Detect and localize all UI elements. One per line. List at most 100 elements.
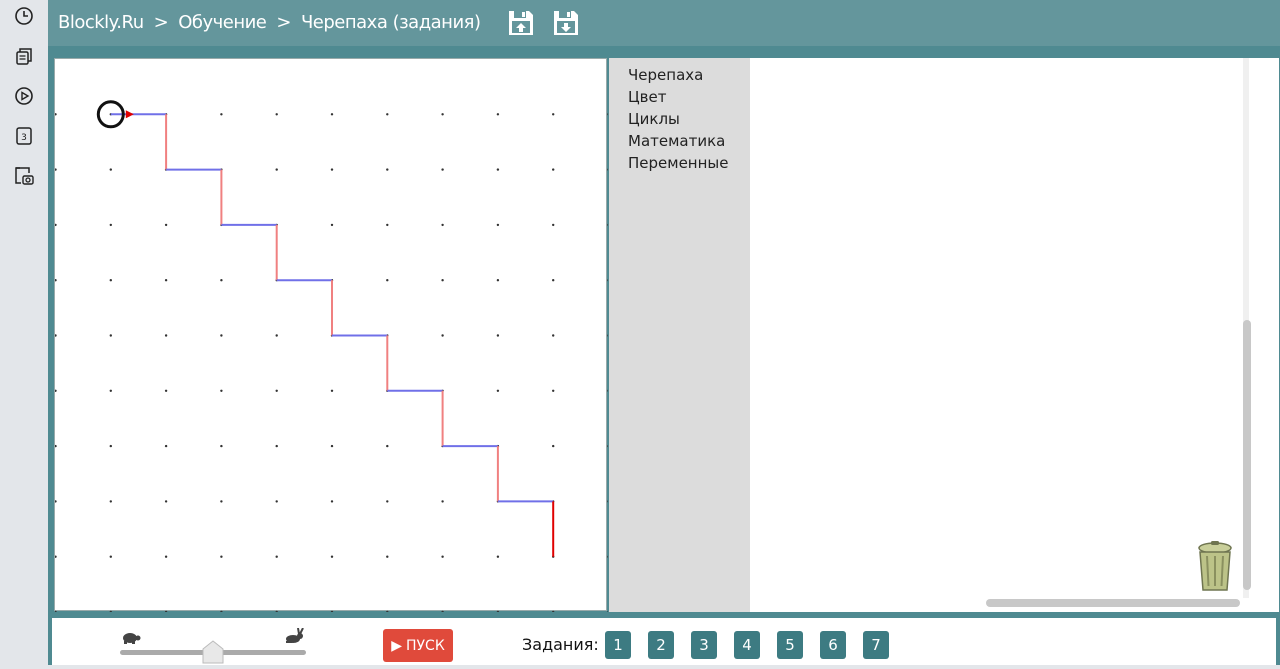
rabbit-fast-icon: [283, 627, 305, 644]
grid-dot: [441, 334, 444, 337]
trash-can-icon[interactable]: [1195, 540, 1235, 594]
grid-dot: [386, 610, 389, 614]
breadcrumb-home-link[interactable]: Blockly.Ru: [58, 12, 144, 33]
grid-dot: [54, 555, 57, 558]
task-button-2[interactable]: 2: [648, 631, 674, 659]
grid-dot: [441, 279, 444, 282]
grid-dot: [330, 500, 334, 503]
grid-dot: [607, 389, 610, 392]
blockly-workspace[interactable]: [750, 58, 1279, 612]
toolbox-category-variables[interactable]: Переменные: [609, 152, 750, 174]
save-upload-icon[interactable]: [506, 8, 536, 38]
grid-dot: [164, 444, 168, 448]
breadcrumb-current-page: Черепаха (задания): [300, 11, 481, 33]
vertical-scrollbar[interactable]: [1243, 320, 1251, 590]
clock-icon[interactable]: [12, 4, 36, 28]
grid-dot: [109, 279, 112, 282]
grid-dot: [441, 500, 444, 503]
grid-dot: [552, 610, 555, 614]
grid-dot: [330, 389, 334, 392]
blockly-toolbox: Черепаха Цвет Циклы Математика Переменны…: [609, 58, 750, 612]
run-button-label: ПУСК: [406, 637, 445, 654]
grid-dot: [330, 223, 334, 227]
grid-dot: [220, 444, 223, 448]
task-button-3[interactable]: 3: [691, 631, 717, 659]
grid-dot: [607, 555, 610, 558]
tasks-label: Задания:: [522, 635, 599, 654]
grid-dot: [109, 168, 112, 171]
grid-dot: [109, 223, 112, 227]
grid-dot: [164, 334, 168, 337]
grid-dot: [54, 223, 57, 227]
grid-dot: [496, 334, 500, 337]
task-button-1[interactable]: 1: [605, 631, 631, 659]
grid-dot: [54, 500, 57, 503]
grid-dot: [275, 555, 278, 558]
grid-dot: [386, 500, 389, 503]
grid-dot: [607, 223, 610, 227]
play-circle-icon[interactable]: [12, 84, 36, 108]
task-button-7[interactable]: 7: [863, 631, 889, 659]
grid-dot: [275, 389, 278, 392]
save-download-icon[interactable]: [551, 8, 581, 38]
turtle-drawing: [54, 100, 610, 614]
grid-dot: [607, 500, 610, 503]
toolbox-category-turtle[interactable]: Черепаха: [609, 64, 750, 86]
grid-dot: [54, 279, 57, 282]
grid-dot: [552, 444, 555, 448]
horizontal-scrollbar[interactable]: [986, 599, 1240, 607]
task-button-6[interactable]: 6: [820, 631, 846, 659]
grid-dot: [441, 113, 444, 116]
grid-dot: [441, 168, 444, 171]
grid-dot: [552, 223, 555, 227]
grid-dot: [552, 279, 555, 282]
task-button-4[interactable]: 4: [734, 631, 760, 659]
grid-dot: [496, 610, 500, 614]
grid-dot: [54, 444, 57, 448]
toolbox-category-loops[interactable]: Циклы: [609, 108, 750, 130]
turtle-slow-icon: [120, 630, 142, 644]
breadcrumb-learning-link[interactable]: Обучение: [178, 12, 267, 33]
bottom-controls: ▶ ПУСК Задания: 1 2 3 4 5 6 7: [52, 618, 1276, 665]
grid-dot: [109, 334, 112, 337]
grid-dot: [496, 279, 500, 282]
breadcrumb: Blockly.Ru > Обучение > Черепаха (задани…: [58, 10, 481, 34]
svg-text:3: 3: [21, 133, 27, 143]
task-button-5[interactable]: 5: [777, 631, 803, 659]
grid-dot: [220, 610, 223, 614]
grid-dot: [220, 279, 223, 282]
grid-dot: [164, 279, 168, 282]
grid-dot: [496, 555, 500, 558]
grid-dot: [330, 113, 334, 116]
grid-dot: [552, 113, 555, 116]
grid-dot: [441, 610, 444, 614]
grid-dot: [496, 113, 500, 116]
header-bar: Blockly.Ru > Обучение > Черепаха (задани…: [48, 0, 1280, 46]
grid-dot: [220, 389, 223, 392]
speed-slider-handle[interactable]: [202, 640, 224, 664]
grid-dot: [220, 555, 223, 558]
grid-dot: [275, 444, 278, 448]
breadcrumb-separator: >: [153, 11, 169, 33]
grid-dot: [275, 500, 278, 503]
turtle-canvas[interactable]: [54, 58, 610, 614]
grid-dot: [54, 113, 57, 116]
grid-dot: [607, 610, 610, 614]
toolbox-category-math[interactable]: Математика: [609, 130, 750, 152]
grid-dot: [220, 334, 223, 337]
grid-dot: [54, 168, 57, 171]
grid-dot: [441, 555, 444, 558]
grid-dot: [330, 444, 334, 448]
screenshot-icon[interactable]: [12, 164, 36, 188]
grid-dot: [164, 555, 168, 558]
turtle-direction-arrow-icon: [125, 110, 134, 119]
copy-icon[interactable]: [12, 44, 36, 68]
grid-dot: [607, 168, 610, 171]
toolbox-category-color[interactable]: Цвет: [609, 86, 750, 108]
number-3-icon[interactable]: 3: [12, 124, 36, 148]
grid-dot: [109, 555, 112, 558]
grid-dot: [386, 223, 389, 227]
run-button[interactable]: ▶ ПУСК: [383, 629, 453, 662]
grid-dot: [275, 334, 278, 337]
grid-dot: [607, 334, 610, 337]
